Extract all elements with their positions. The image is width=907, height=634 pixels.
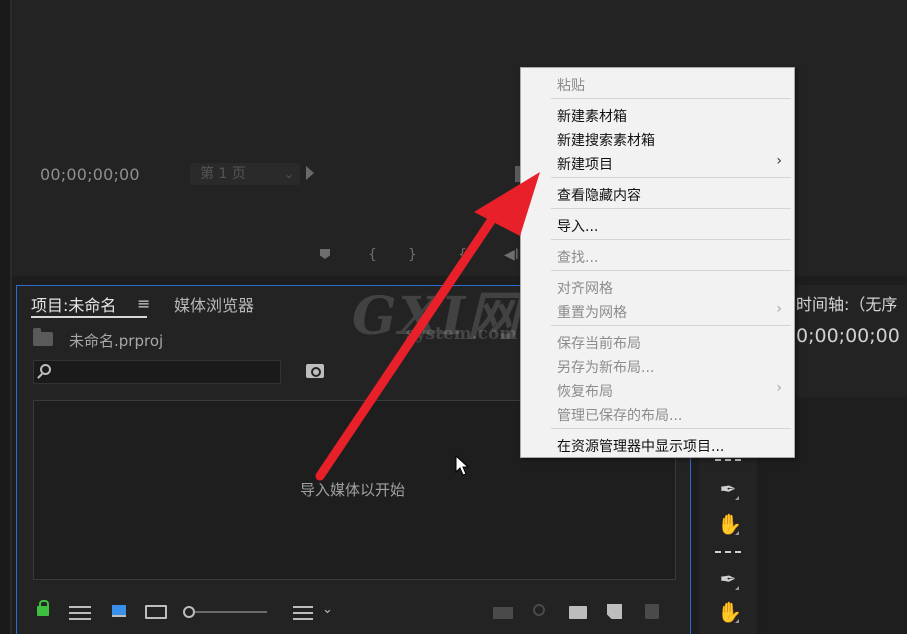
new-bin-icon[interactable]: [569, 606, 587, 619]
page-select[interactable]: 第 1 页 ⌄: [190, 163, 300, 185]
active-tab-underline: [31, 316, 147, 318]
menu-item-restore-layout[interactable]: 恢复布局: [557, 381, 613, 401]
new-search-bin-icon[interactable]: [306, 364, 324, 378]
menu-separator: [551, 177, 791, 178]
play-icon[interactable]: [306, 166, 314, 180]
menu-item-save-as-layout[interactable]: 另存为新布局...: [557, 357, 654, 377]
hand-tool-icon[interactable]: ✋: [717, 601, 742, 623]
tab-media-browser[interactable]: 媒体浏览器: [174, 292, 254, 316]
search-icon: [40, 364, 51, 375]
submenu-arrow-icon: ›: [776, 301, 782, 317]
menu-item-reset-grid[interactable]: 重置为网格: [557, 302, 627, 322]
submenu-arrow-icon: ›: [776, 380, 782, 396]
menu-item-reveal-in-explorer[interactable]: 在资源管理器中显示项目...: [557, 436, 724, 456]
pen-icon: ✒: [719, 477, 737, 501]
folder-up-icon[interactable]: [33, 328, 53, 346]
menu-item-align-grid[interactable]: 对齐网格: [557, 278, 613, 298]
chevron-down-icon: ⌄: [283, 167, 294, 181]
automate-to-sequence-icon[interactable]: [493, 607, 513, 619]
hand-tool-icon[interactable]: ✋: [717, 513, 742, 535]
timeline-timecode[interactable]: 0;00;00;00: [796, 325, 900, 347]
pen-tool-icon[interactable]: ✒: [717, 568, 739, 590]
mark-in-icon[interactable]: {: [368, 247, 377, 263]
step-back-icon[interactable]: ◀I: [504, 247, 519, 263]
menu-item-new-item[interactable]: 新建项目: [557, 154, 613, 174]
menu-item-view-hidden[interactable]: 查看隐藏内容: [557, 185, 641, 205]
new-item-icon[interactable]: [607, 604, 622, 619]
menu-item-new-search-bin[interactable]: 新建搜索素材箱: [557, 130, 655, 150]
watermark: GXI网 system.com: [352, 274, 542, 354]
monitor-timecode[interactable]: 00;00;00;00: [40, 165, 140, 184]
timeline-tab[interactable]: 时间轴:（无序: [796, 291, 897, 315]
menu-item-find[interactable]: 查找...: [557, 247, 598, 267]
add-marker-icon[interactable]: [320, 249, 330, 259]
menu-item-new-bin[interactable]: 新建素材箱: [557, 106, 627, 126]
search-input[interactable]: [33, 360, 281, 384]
list-view-icon[interactable]: [69, 606, 91, 620]
zoom-slider-handle[interactable]: [183, 606, 195, 618]
project-toolbar: ⌄: [17, 600, 690, 630]
find-icon[interactable]: [533, 604, 545, 616]
menu-separator: [551, 98, 791, 99]
menu-separator: [551, 428, 791, 429]
import-media-hint: 导入媒体以开始: [299, 481, 405, 499]
menu-separator: [551, 208, 791, 209]
icon-view-icon[interactable]: [112, 605, 126, 617]
page-select-value: 第 1 页: [200, 166, 246, 182]
sort-icon[interactable]: [293, 606, 313, 620]
lock-icon[interactable]: [37, 600, 49, 616]
context-menu: 粘贴 新建素材箱 新建搜索素材箱 新建项目 › 查看隐藏内容 导入... 查找.…: [520, 67, 795, 458]
pen-tool-icon[interactable]: ✒: [717, 478, 739, 500]
menu-item-save-layout[interactable]: 保存当前布局: [557, 333, 641, 353]
track-select-icon[interactable]: [715, 459, 741, 463]
mark-out-icon[interactable]: }: [408, 247, 417, 263]
left-panel-edge: [0, 0, 12, 634]
trash-icon[interactable]: [645, 604, 659, 619]
menu-item-manage-layouts[interactable]: 管理已保存的布局...: [557, 405, 682, 425]
tab-project[interactable]: 项目:未命名: [31, 292, 116, 316]
zoom-slider-track[interactable]: [195, 611, 267, 613]
panel-menu-icon[interactable]: ≡: [137, 294, 150, 313]
track-select-icon[interactable]: [715, 551, 741, 555]
pen-icon: ✒: [719, 567, 737, 591]
go-to-in-icon[interactable]: {: [458, 247, 467, 263]
menu-separator: [551, 270, 791, 271]
watermark-domain: system.com: [406, 324, 518, 344]
freeform-view-icon[interactable]: [145, 605, 167, 619]
submenu-arrow-icon: ›: [776, 153, 782, 169]
menu-separator: [551, 239, 791, 240]
project-file-name: 未命名.prproj: [69, 332, 164, 350]
menu-item-paste[interactable]: 粘贴: [557, 75, 585, 95]
chevron-down-icon[interactable]: ⌄: [322, 602, 333, 617]
menu-separator: [551, 325, 791, 326]
menu-item-import[interactable]: 导入...: [557, 216, 598, 236]
